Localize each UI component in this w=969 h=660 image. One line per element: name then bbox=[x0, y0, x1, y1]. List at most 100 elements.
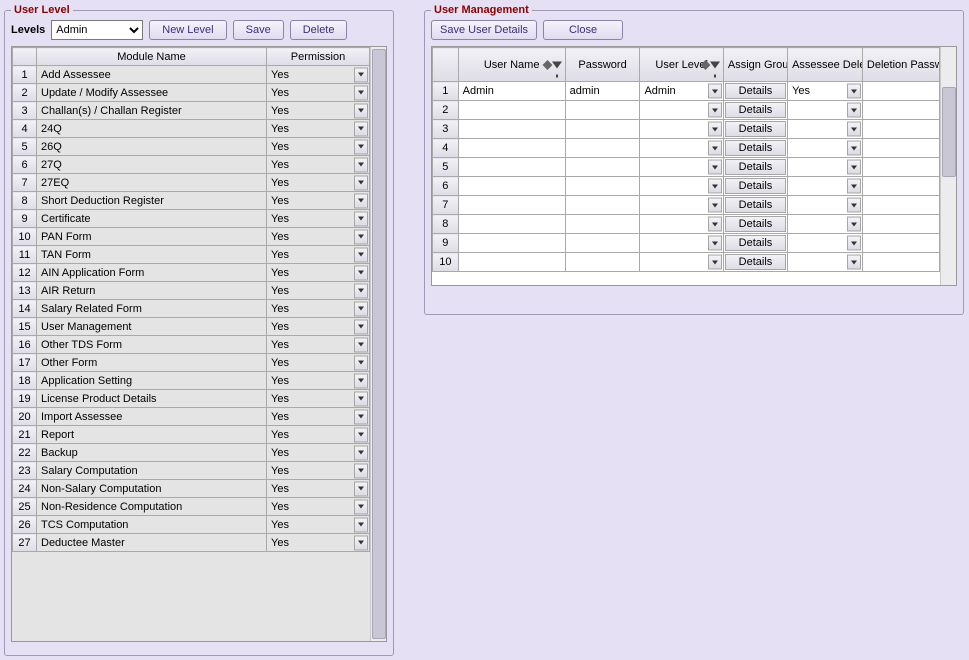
permission-cell[interactable]: Yes bbox=[267, 318, 370, 336]
deletion-password-cell[interactable] bbox=[862, 177, 939, 196]
password-cell[interactable] bbox=[565, 196, 640, 215]
module-name-cell[interactable]: Report bbox=[37, 426, 267, 444]
chevron-down-icon[interactable] bbox=[354, 427, 368, 442]
password-cell[interactable] bbox=[565, 139, 640, 158]
permission-cell[interactable]: Yes bbox=[267, 228, 370, 246]
user-name-cell[interactable] bbox=[458, 234, 565, 253]
chevron-down-icon[interactable] bbox=[708, 217, 722, 232]
chevron-down-icon[interactable] bbox=[354, 319, 368, 334]
assessee-deletion-cell[interactable] bbox=[788, 177, 863, 196]
user-level-header[interactable]: User Level bbox=[640, 48, 723, 82]
permission-cell[interactable]: Yes bbox=[267, 516, 370, 534]
permission-cell[interactable]: Yes bbox=[267, 426, 370, 444]
module-name-cell[interactable]: Salary Computation bbox=[37, 462, 267, 480]
module-name-cell[interactable]: Import Assessee bbox=[37, 408, 267, 426]
module-name-cell[interactable]: 26Q bbox=[37, 138, 267, 156]
module-name-cell[interactable]: Other Form bbox=[37, 354, 267, 372]
sort-icon[interactable] bbox=[542, 60, 552, 70]
filter-icon[interactable] bbox=[552, 61, 562, 68]
permission-cell[interactable]: Yes bbox=[267, 138, 370, 156]
chevron-down-icon[interactable] bbox=[708, 141, 722, 156]
module-name-cell[interactable]: AIN Application Form bbox=[37, 264, 267, 282]
user-level-cell[interactable] bbox=[640, 101, 723, 120]
assessee-deletion-cell[interactable] bbox=[788, 196, 863, 215]
assessee-deletion-cell[interactable] bbox=[788, 158, 863, 177]
deletion-password-cell[interactable] bbox=[862, 234, 939, 253]
deletion-password-cell[interactable] bbox=[862, 101, 939, 120]
modules-scroll-thumb[interactable] bbox=[372, 49, 386, 639]
user-name-cell[interactable] bbox=[458, 120, 565, 139]
chevron-down-icon[interactable] bbox=[847, 236, 861, 251]
chevron-down-icon[interactable] bbox=[354, 337, 368, 352]
details-button[interactable]: Details bbox=[725, 159, 786, 175]
details-button[interactable]: Details bbox=[725, 197, 786, 213]
permission-cell[interactable]: Yes bbox=[267, 84, 370, 102]
modules-scrollbar[interactable] bbox=[370, 47, 386, 641]
module-name-cell[interactable]: Deductee Master bbox=[37, 534, 267, 552]
delete-level-button[interactable]: Delete bbox=[290, 20, 348, 40]
permission-cell[interactable]: Yes bbox=[267, 156, 370, 174]
user-name-header[interactable]: User Name bbox=[458, 48, 565, 82]
chevron-down-icon[interactable] bbox=[354, 283, 368, 298]
user-level-cell[interactable] bbox=[640, 253, 723, 272]
permission-cell[interactable]: Yes bbox=[267, 444, 370, 462]
permission-cell[interactable]: Yes bbox=[267, 372, 370, 390]
assessee-deletion-cell[interactable] bbox=[788, 253, 863, 272]
details-button[interactable]: Details bbox=[725, 83, 786, 99]
chevron-down-icon[interactable] bbox=[354, 229, 368, 244]
user-name-cell[interactable]: Admin bbox=[458, 82, 565, 101]
module-name-cell[interactable]: User Management bbox=[37, 318, 267, 336]
chevron-down-icon[interactable] bbox=[354, 121, 368, 136]
permission-cell[interactable]: Yes bbox=[267, 66, 370, 84]
chevron-down-icon[interactable] bbox=[354, 355, 368, 370]
chevron-down-icon[interactable] bbox=[847, 160, 861, 175]
module-name-cell[interactable]: Add Assessee bbox=[37, 66, 267, 84]
chevron-down-icon[interactable] bbox=[847, 122, 861, 137]
permission-cell[interactable]: Yes bbox=[267, 498, 370, 516]
details-button[interactable]: Details bbox=[725, 102, 786, 118]
permission-cell[interactable]: Yes bbox=[267, 210, 370, 228]
chevron-down-icon[interactable] bbox=[354, 67, 368, 82]
chevron-down-icon[interactable] bbox=[354, 499, 368, 514]
permission-cell[interactable]: Yes bbox=[267, 336, 370, 354]
assign-group-header[interactable]: Assign Group bbox=[723, 48, 787, 82]
chevron-down-icon[interactable] bbox=[847, 255, 861, 270]
permission-cell[interactable]: Yes bbox=[267, 462, 370, 480]
chevron-down-icon[interactable] bbox=[708, 122, 722, 137]
password-cell[interactable]: admin bbox=[565, 82, 640, 101]
chevron-down-icon[interactable] bbox=[847, 103, 861, 118]
module-name-cell[interactable]: AIR Return bbox=[37, 282, 267, 300]
chevron-down-icon[interactable] bbox=[354, 211, 368, 226]
module-name-cell[interactable]: Other TDS Form bbox=[37, 336, 267, 354]
sort-icon[interactable] bbox=[700, 60, 710, 70]
module-name-cell[interactable]: Challan(s) / Challan Register bbox=[37, 102, 267, 120]
chevron-down-icon[interactable] bbox=[847, 217, 861, 232]
chevron-down-icon[interactable] bbox=[708, 255, 722, 270]
permission-cell[interactable]: Yes bbox=[267, 282, 370, 300]
module-name-cell[interactable]: Salary Related Form bbox=[37, 300, 267, 318]
chevron-down-icon[interactable] bbox=[708, 198, 722, 213]
permission-cell[interactable]: Yes bbox=[267, 246, 370, 264]
save-user-details-button[interactable]: Save User Details bbox=[431, 20, 537, 40]
deletion-password-cell[interactable] bbox=[862, 196, 939, 215]
chevron-down-icon[interactable] bbox=[708, 103, 722, 118]
details-button[interactable]: Details bbox=[725, 254, 786, 270]
chevron-down-icon[interactable] bbox=[354, 481, 368, 496]
chevron-down-icon[interactable] bbox=[354, 103, 368, 118]
permission-cell[interactable]: Yes bbox=[267, 300, 370, 318]
password-cell[interactable] bbox=[565, 101, 640, 120]
chevron-down-icon[interactable] bbox=[354, 535, 368, 550]
assessee-deletion-cell[interactable] bbox=[788, 234, 863, 253]
chevron-down-icon[interactable] bbox=[708, 179, 722, 194]
module-name-cell[interactable]: PAN Form bbox=[37, 228, 267, 246]
user-name-cell[interactable] bbox=[458, 139, 565, 158]
details-button[interactable]: Details bbox=[725, 178, 786, 194]
levels-select[interactable]: Admin bbox=[51, 20, 143, 40]
chevron-down-icon[interactable] bbox=[354, 193, 368, 208]
save-level-button[interactable]: Save bbox=[233, 20, 284, 40]
password-cell[interactable] bbox=[565, 234, 640, 253]
module-name-cell[interactable]: Update / Modify Assessee bbox=[37, 84, 267, 102]
user-name-sort-filter[interactable] bbox=[544, 61, 562, 68]
module-name-cell[interactable]: Certificate bbox=[37, 210, 267, 228]
password-cell[interactable] bbox=[565, 158, 640, 177]
